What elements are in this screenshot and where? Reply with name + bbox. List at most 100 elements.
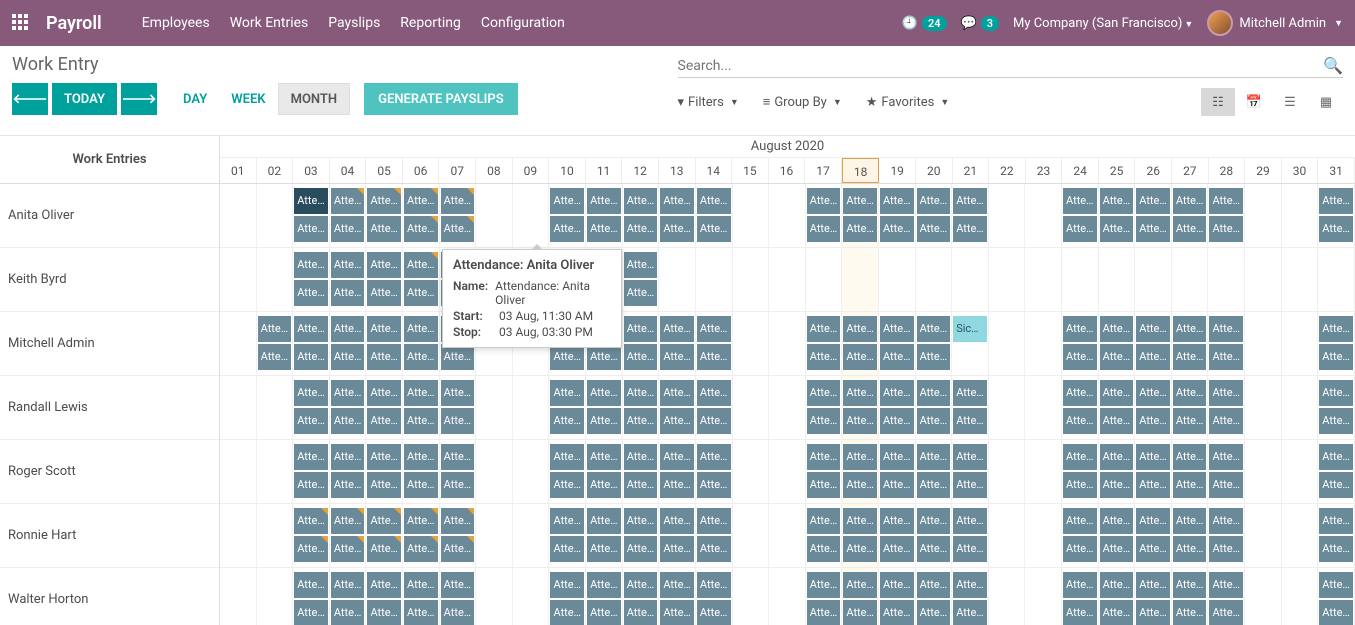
entry-attendance[interactable]: Atte… [917, 316, 951, 342]
grid-cell[interactable]: Atte…Atte… [1099, 184, 1136, 247]
grid-cell[interactable]: Atte…Atte… [806, 376, 843, 439]
entry-attendance[interactable]: Atte… [660, 600, 694, 625]
grid-cell[interactable] [257, 184, 294, 247]
entry-attendance[interactable]: Atte… [1100, 316, 1134, 342]
grid-cell[interactable] [1135, 248, 1172, 311]
entry-attendance[interactable]: Atte… [807, 508, 841, 534]
grid-cell[interactable] [1025, 248, 1062, 311]
grid-cell[interactable]: Atte…Atte… [1318, 568, 1355, 625]
grid-cell[interactable]: Atte…Atte… [293, 184, 330, 247]
entry-attendance[interactable]: Atte… [1173, 316, 1207, 342]
grid-cell[interactable] [1245, 440, 1282, 503]
nav-link-configuration[interactable]: Configuration [481, 15, 565, 31]
entry-attendance[interactable]: Atte… [1063, 472, 1097, 498]
grid-cell[interactable]: Atte…Atte… [330, 376, 367, 439]
entry-attendance[interactable]: Atte… [1209, 600, 1243, 625]
entry-attendance[interactable]: Atte… [1100, 536, 1134, 562]
grid-cell[interactable]: Atte…Atte… [440, 184, 477, 247]
grid-cell[interactable]: Atte…Atte… [549, 376, 586, 439]
entry-attendance[interactable]: Atte… [550, 216, 584, 242]
entry-attendance[interactable]: Atte… [660, 508, 694, 534]
grid-cell[interactable]: Atte…Atte… [549, 184, 586, 247]
entry-attendance[interactable]: Atte… [660, 216, 694, 242]
search-input[interactable] [678, 58, 1324, 74]
entry-attendance[interactable]: Atte… [697, 316, 731, 342]
grid-cell[interactable] [1282, 376, 1319, 439]
entry-attendance[interactable]: Atte… [1100, 408, 1134, 434]
grid-cell[interactable] [989, 312, 1026, 375]
grid-cell[interactable]: Atte…Atte… [1208, 440, 1245, 503]
grid-cell[interactable]: Atte…Atte… [1318, 184, 1355, 247]
grid-cell[interactable]: Atte…Atte… [1172, 376, 1209, 439]
entry-attendance[interactable]: Atte… [843, 600, 877, 625]
grid-cell[interactable] [1025, 504, 1062, 567]
entry-attendance[interactable]: Atte… [953, 536, 987, 562]
entry-attendance[interactable]: Atte… [404, 444, 438, 470]
grid-cell[interactable] [733, 440, 770, 503]
grid-cell[interactable]: Atte…Atte… [806, 440, 843, 503]
grid-cell[interactable] [733, 504, 770, 567]
grid-cell[interactable]: Atte…Atte… [586, 440, 623, 503]
entry-attendance[interactable]: Atte… [294, 216, 328, 242]
grid-cell[interactable] [220, 312, 257, 375]
entry-attendance[interactable]: Atte… [697, 444, 731, 470]
entry-attendance[interactable]: Atte… [624, 444, 658, 470]
grid-cell[interactable]: Atte…Atte… [403, 312, 440, 375]
entry-attendance[interactable]: Atte… [550, 508, 584, 534]
entry-attendance[interactable]: Atte… [917, 444, 951, 470]
grid-cell[interactable]: Atte…Atte… [586, 376, 623, 439]
grid-cell[interactable]: Atte…Atte… [366, 568, 403, 625]
grid-cell[interactable]: Atte…Atte… [916, 376, 953, 439]
grid-cell[interactable]: Atte…Atte… [330, 184, 367, 247]
entry-attendance[interactable]: Atte… [697, 216, 731, 242]
grid-cell[interactable]: Atte…Atte… [696, 312, 733, 375]
view-list[interactable]: ☰ [1273, 88, 1307, 116]
entry-attendance[interactable]: Atte… [697, 508, 731, 534]
entry-attendance[interactable]: Atte… [1173, 536, 1207, 562]
entry-attendance[interactable]: Atte… [917, 536, 951, 562]
entry-attendance[interactable]: Atte… [331, 316, 365, 342]
grid-cell[interactable]: Atte…Atte… [293, 248, 330, 311]
entry-attendance[interactable]: Atte… [917, 344, 951, 370]
grid-cell[interactable]: Atte…Atte… [403, 568, 440, 625]
entry-attendance[interactable]: Atte… [331, 252, 365, 278]
entry-attendance[interactable]: Atte… [294, 536, 328, 562]
grid-cell[interactable]: Atte…Atte… [1062, 568, 1099, 625]
entry-attendance[interactable]: Atte… [1136, 216, 1170, 242]
entry-attendance[interactable]: Atte… [1209, 380, 1243, 406]
entry-attendance[interactable]: Atte… [807, 600, 841, 625]
grid-cell[interactable] [989, 248, 1026, 311]
grid-cell[interactable] [220, 504, 257, 567]
grid-cell[interactable]: Atte…Atte… [952, 568, 989, 625]
grid-cell[interactable]: Atte…Atte… [586, 568, 623, 625]
entry-attendance[interactable]: Atte… [1100, 188, 1134, 214]
grid-cell[interactable] [1282, 312, 1319, 375]
grid-cell[interactable]: Atte…Atte… [366, 504, 403, 567]
next-button[interactable]: 🡒 [121, 83, 157, 115]
grid-cell[interactable] [1025, 184, 1062, 247]
entry-attendance[interactable]: Atte… [441, 188, 475, 214]
entry-attendance[interactable]: Atte… [1100, 216, 1134, 242]
entry-attendance[interactable]: Atte… [587, 444, 621, 470]
entry-attendance[interactable]: Atte… [880, 380, 914, 406]
grid-cell[interactable] [769, 312, 806, 375]
entry-attendance[interactable]: Atte… [880, 408, 914, 434]
entry-attendance[interactable]: Atte… [1136, 508, 1170, 534]
grid-cell[interactable] [257, 248, 294, 311]
entry-attendance[interactable]: Atte… [1209, 316, 1243, 342]
entry-attendance[interactable]: Atte… [331, 380, 365, 406]
grid-cell[interactable]: Atte…Atte… [330, 568, 367, 625]
nav-link-payslips[interactable]: Payslips [328, 15, 380, 31]
entry-attendance[interactable]: Atte… [697, 600, 731, 625]
entry-attendance[interactable]: Atte… [331, 408, 365, 434]
entry-attendance[interactable]: Atte… [1136, 444, 1170, 470]
entry-attendance[interactable]: Atte… [404, 216, 438, 242]
entry-attendance[interactable]: Atte… [294, 508, 328, 534]
grid-cell[interactable] [769, 248, 806, 311]
grid-cell[interactable]: Atte…Atte… [1172, 440, 1209, 503]
entry-attendance[interactable]: Atte… [624, 572, 658, 598]
entry-attendance[interactable]: Atte… [660, 316, 694, 342]
range-day[interactable]: DAY [171, 83, 219, 115]
grid-cell[interactable]: Atte…Atte… [330, 440, 367, 503]
grid-cell[interactable]: Atte…Atte… [330, 312, 367, 375]
